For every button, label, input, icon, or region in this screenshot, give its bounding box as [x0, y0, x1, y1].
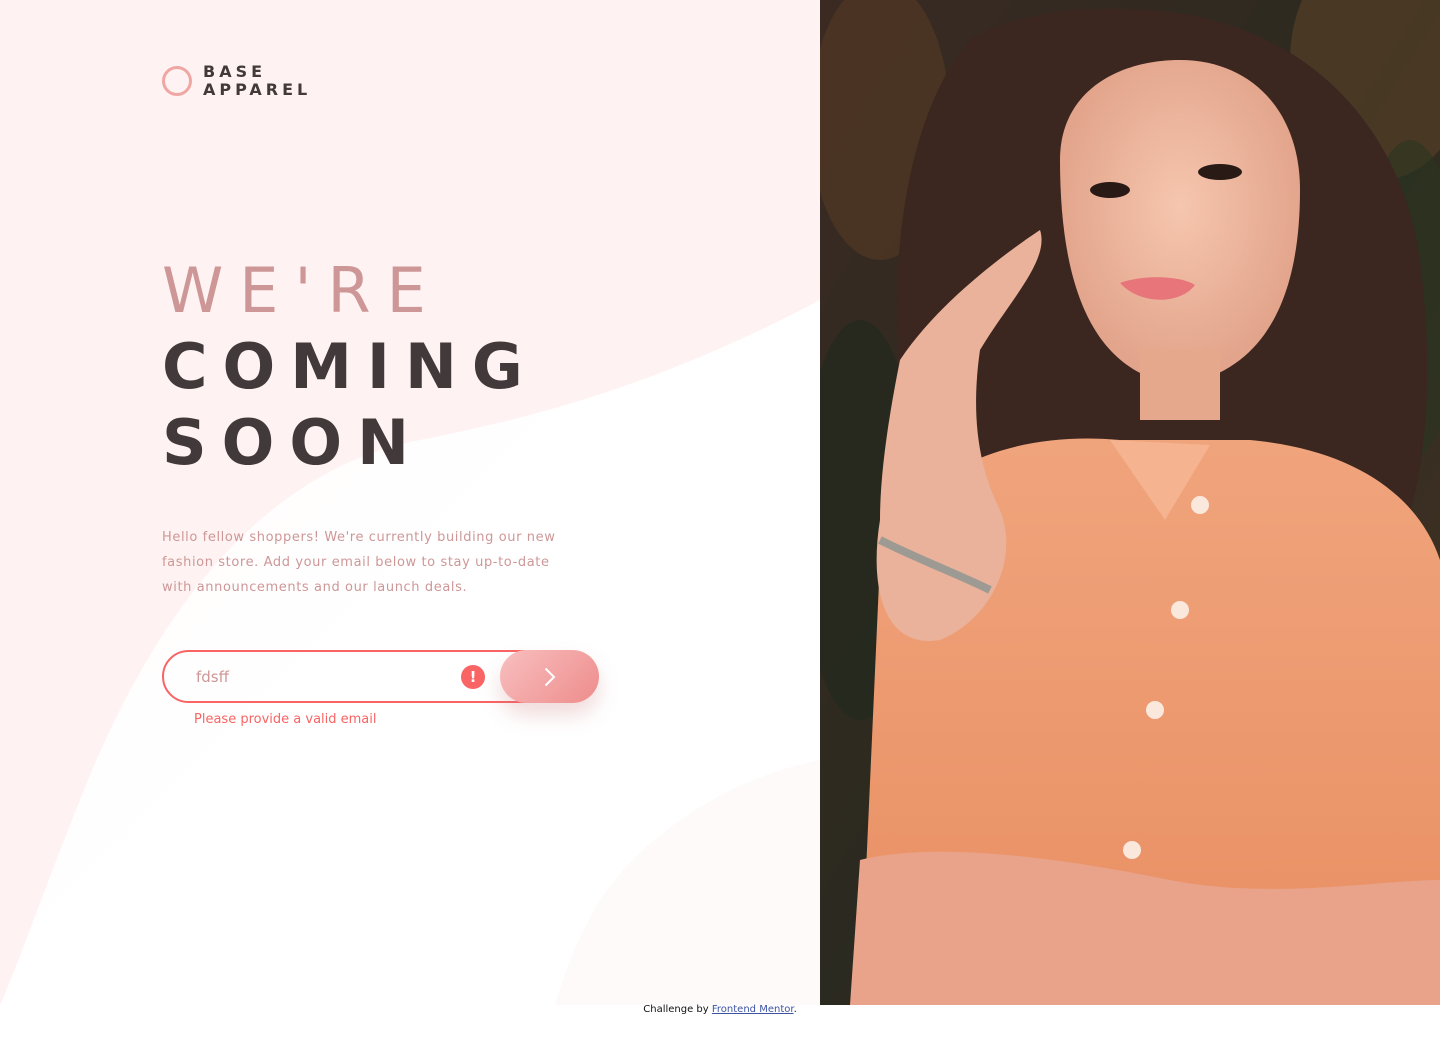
brand-name-line1: BASE	[203, 62, 267, 81]
submit-button[interactable]	[500, 650, 599, 703]
headline-line-1: WE'RE	[162, 254, 442, 327]
headline-line-3: SOON	[162, 406, 424, 479]
frontend-mentor-link[interactable]: Frontend Mentor	[712, 1004, 794, 1015]
hero-photo	[820, 0, 1440, 1005]
brand-name-line2: APPAREL	[203, 80, 312, 99]
attribution-prefix: Challenge by	[643, 1004, 709, 1015]
background-pattern	[0, 0, 820, 1005]
brand-logo[interactable]: BASE APPAREL	[162, 63, 311, 99]
exclamation-circle-icon: !	[461, 665, 485, 689]
headline-line-2: COMING	[162, 330, 538, 403]
attribution-suffix: .	[793, 1004, 797, 1015]
email-field[interactable]	[162, 650, 552, 703]
hero-photo-illustration	[820, 0, 1440, 1005]
footer-attribution: Challenge by Frontend Mentor.	[0, 1003, 1440, 1017]
email-signup-form: !	[162, 650, 599, 703]
brand-wordmark: BASE APPAREL	[203, 63, 311, 99]
page-headline: WE'RE COMING SOON	[162, 253, 538, 481]
email-error-message: Please provide a valid email	[194, 712, 377, 727]
chevron-right-icon	[544, 667, 555, 686]
left-panel: BASE APPAREL WE'RE COMING SOON Hello fel…	[0, 0, 820, 1005]
ring-logo-icon	[162, 66, 192, 96]
intro-description: Hello fellow shoppers! We're currently b…	[162, 530, 556, 595]
